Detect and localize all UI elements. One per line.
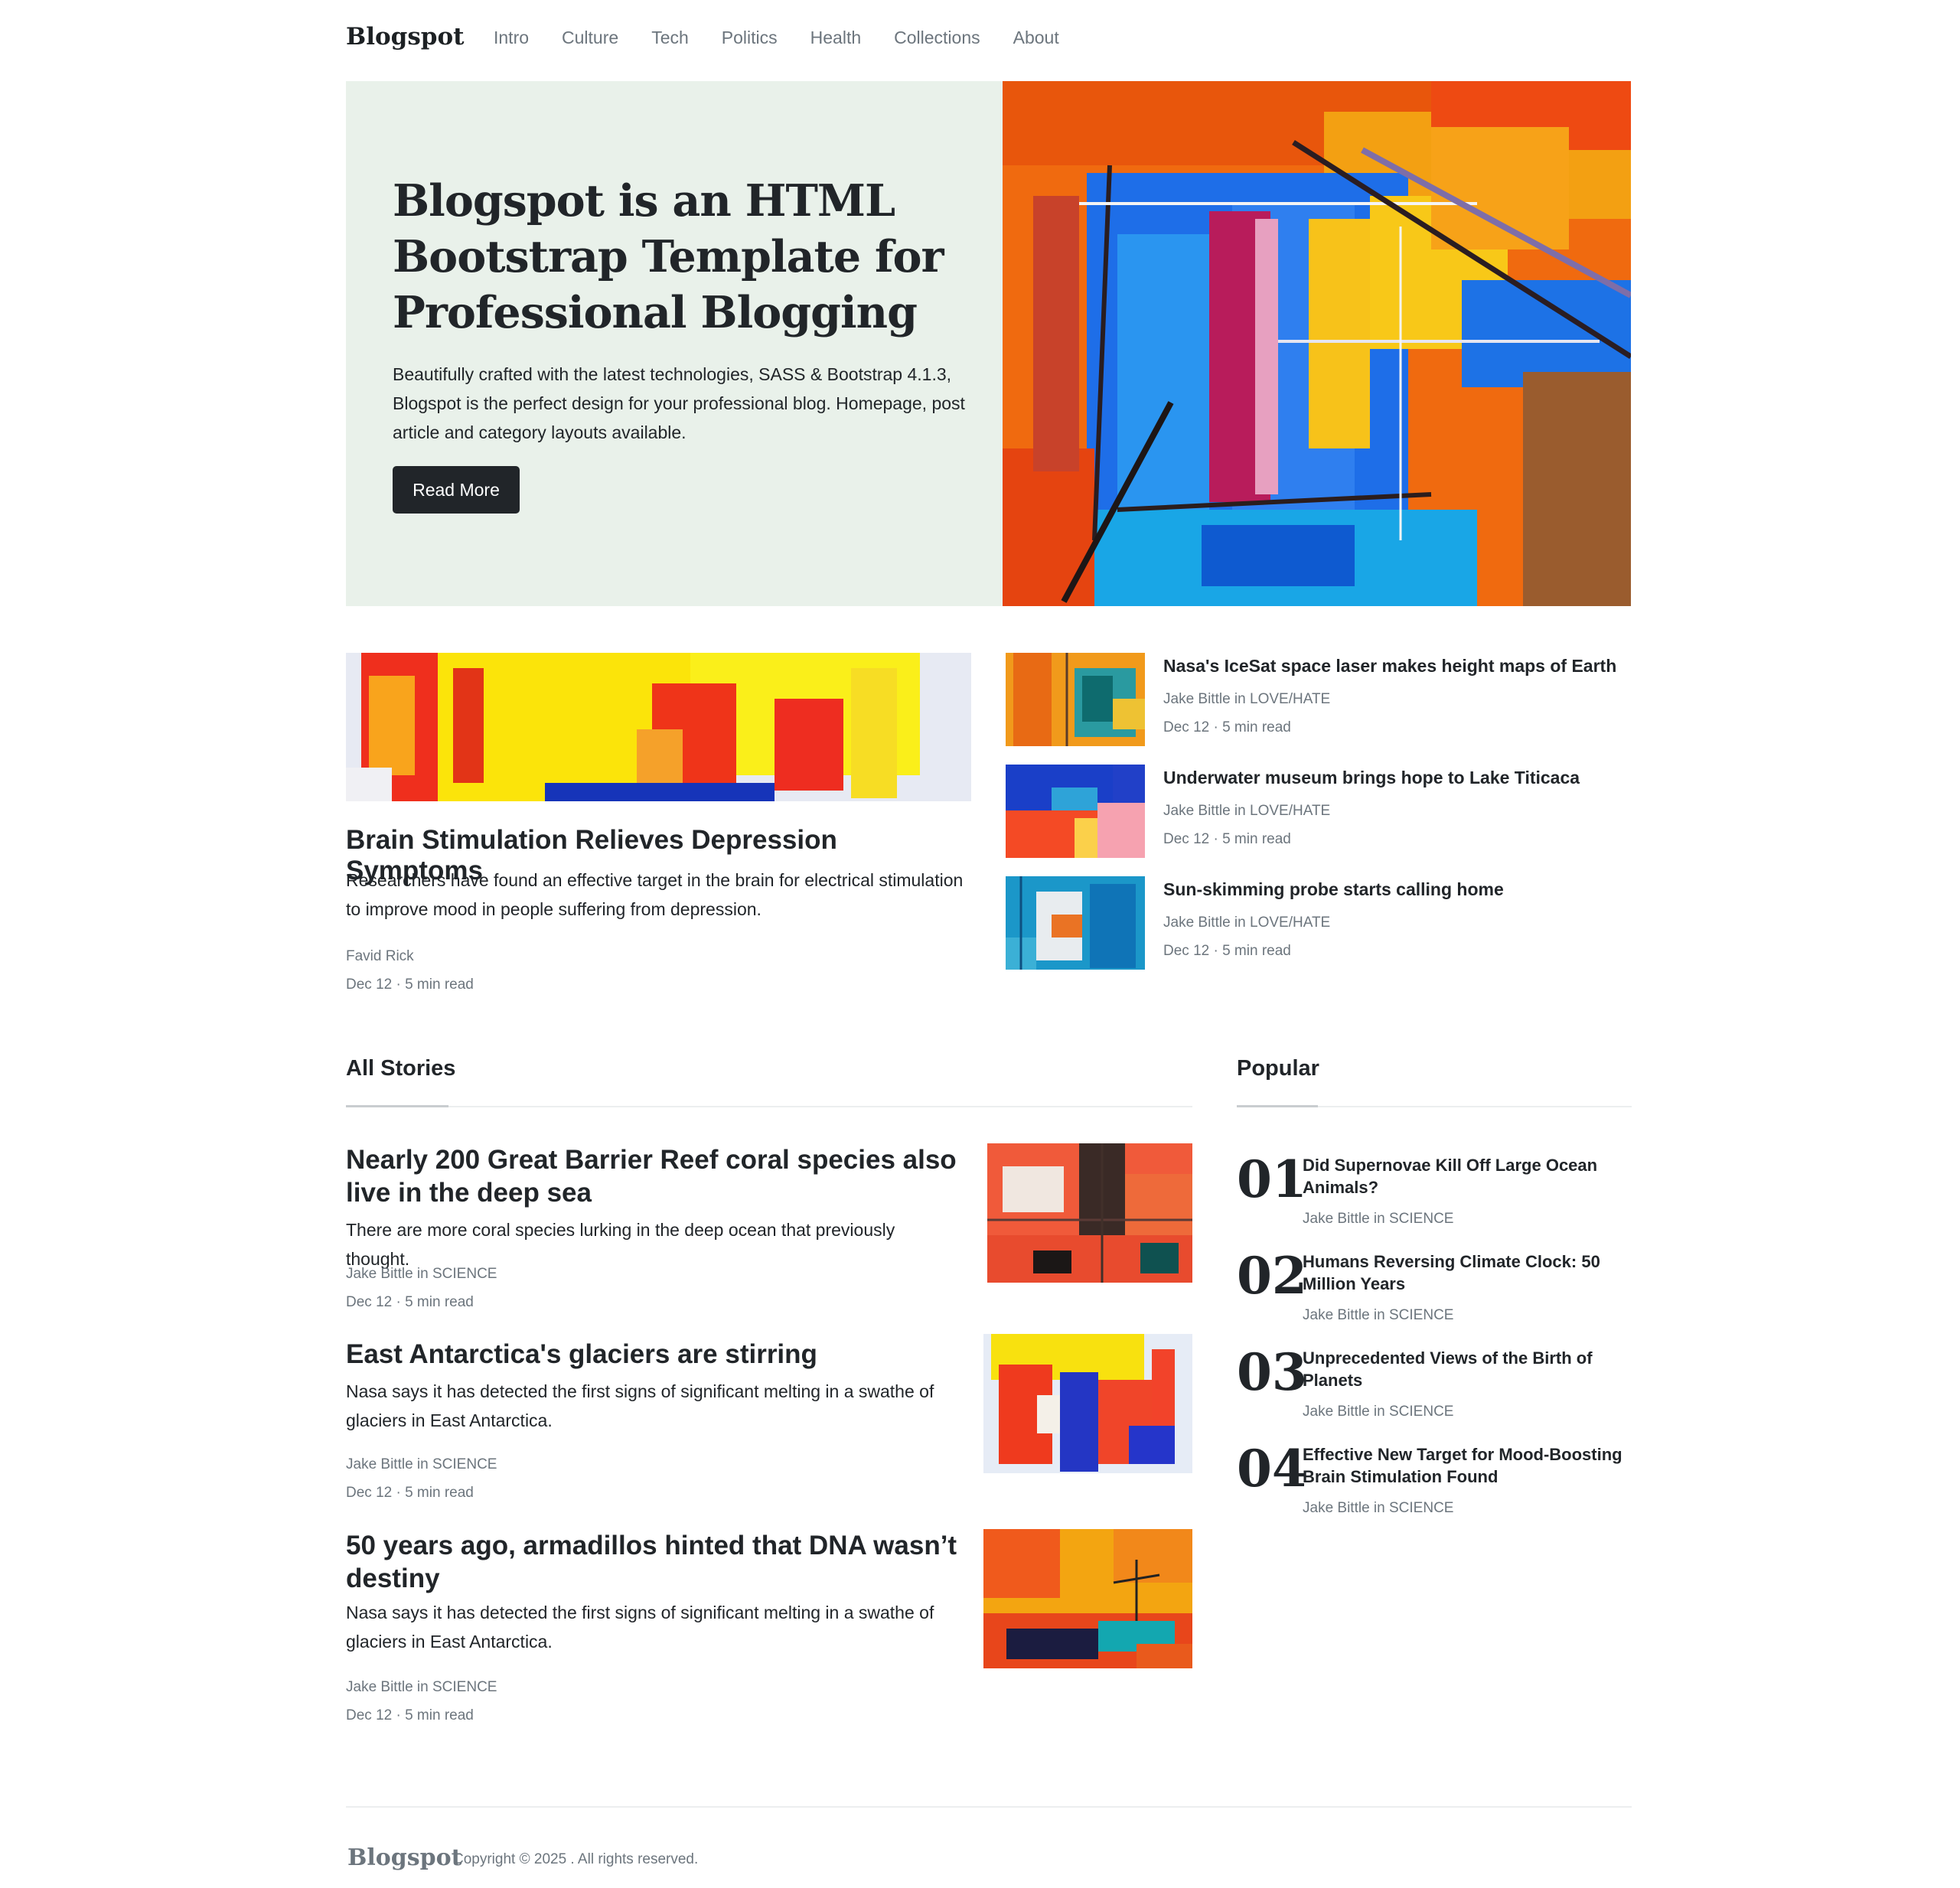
popular-author: Jake Bittle in SCIENCE [1303,1404,1454,1420]
side-post-date: Dec 12 · 5 min read [1163,831,1291,847]
story-item[interactable]: 50 years ago, armadillos hinted that DNA… [346,1529,1192,1743]
story-date: Dec 12 · 5 min read [346,1485,474,1501]
side-post-thumbnail[interactable] [1006,876,1145,970]
hero-title: Blogspot is an HTML Bootstrap Template f… [393,175,944,338]
story-thumbnail[interactable] [987,1143,1192,1283]
side-post[interactable]: Sun-skimming probe starts calling home J… [1006,876,1633,970]
story-title[interactable]: 50 years ago, armadillos hinted that DNA… [346,1529,973,1595]
popular-author: Jake Bittle in SCIENCE [1303,1211,1454,1227]
popular-author: Jake Bittle in SCIENCE [1303,1307,1454,1323]
popular-item[interactable]: 02 Humans Reversing Climate Clock: 50 Mi… [1237,1249,1635,1330]
popular-author: Jake Bittle in SCIENCE [1303,1500,1454,1516]
nav-links: Intro Culture Tech Politics Health Colle… [494,28,1092,48]
nav-link-health[interactable]: Health [810,28,861,48]
nav-link-culture[interactable]: Culture [562,28,618,48]
story-thumbnail[interactable] [983,1334,1192,1473]
popular-underline [1237,1105,1318,1107]
story-title[interactable]: Nearly 200 Great Barrier Reef coral spec… [346,1143,973,1209]
popular-item[interactable]: 03 Unprecedented Views of the Birth of P… [1237,1345,1635,1427]
side-post-date: Dec 12 · 5 min read [1163,943,1291,959]
nav-link-tech[interactable]: Tech [651,28,689,48]
featured-post-description: Researchers have found an effective targ… [346,870,964,919]
popular-rank: 03 [1237,1342,1307,1402]
story-description: There are more coral species lurking in … [346,1220,895,1269]
nav-link-about[interactable]: About [1013,28,1059,48]
featured-post-date: Dec 12 · 5 min read [346,977,474,993]
side-post-date: Dec 12 · 5 min read [1163,719,1291,735]
popular-rank: 01 [1237,1149,1307,1209]
featured-post-author: Favid Rick [346,948,414,964]
nav-link-intro[interactable]: Intro [494,28,529,48]
nav-link-politics[interactable]: Politics [722,28,778,48]
story-description: Nasa says it has detected the first sign… [346,1381,934,1430]
side-post-title[interactable]: Nasa's IceSat space laser makes height m… [1163,656,1616,677]
footer-brand-logo[interactable]: Blogspot [347,1844,461,1871]
footer-divider [346,1806,1632,1808]
hero-panel: Blogspot is an HTML Bootstrap Template f… [346,81,1003,606]
popular-rank: 02 [1237,1246,1307,1306]
popular-title[interactable]: Effective New Target for Mood-Boosting B… [1303,1443,1639,1488]
all-stories-divider [346,1106,1192,1107]
nav-link-collections[interactable]: Collections [894,28,980,48]
side-post-author: Jake Bittle in LOVE/HATE [1163,915,1331,931]
hero-image[interactable] [1003,81,1631,606]
all-stories-underline [346,1105,448,1107]
story-date: Dec 12 · 5 min read [346,1707,474,1723]
side-post[interactable]: Underwater museum brings hope to Lake Ti… [1006,765,1633,858]
story-thumbnail[interactable] [983,1529,1192,1668]
story-author: Jake Bittle in SCIENCE [346,1679,497,1695]
read-more-button[interactable]: Read More [393,466,520,514]
story-date: Dec 12 · 5 min read [346,1294,474,1310]
story-item[interactable]: East Antarctica's glaciers are stirring … [346,1334,1192,1514]
popular-title[interactable]: Unprecedented Views of the Birth of Plan… [1303,1347,1639,1391]
side-post-thumbnail[interactable] [1006,765,1145,858]
story-item[interactable]: Nearly 200 Great Barrier Reef coral spec… [346,1143,1192,1319]
popular-rank: 04 [1237,1439,1307,1498]
popular-item[interactable]: 01 Did Supernovae Kill Off Large Ocean A… [1237,1153,1635,1234]
story-author: Jake Bittle in SCIENCE [346,1266,497,1282]
side-post[interactable]: Nasa's IceSat space laser makes height m… [1006,653,1633,746]
all-stories-heading: All Stories [346,1056,456,1081]
brand-logo[interactable]: Blogspot [346,23,464,51]
story-author: Jake Bittle in SCIENCE [346,1456,497,1472]
top-navbar: Blogspot Intro Culture Tech Politics Hea… [346,0,1632,81]
popular-title[interactable]: Humans Reversing Climate Clock: 50 Milli… [1303,1251,1639,1295]
footer-copyright: Copyright © 2025 . All rights reserved. [453,1851,699,1867]
story-title[interactable]: East Antarctica's glaciers are stirring [346,1338,973,1371]
page: Blogspot Intro Culture Tech Politics Hea… [0,0,1960,1888]
featured-post-image[interactable] [346,653,971,801]
hero-description: Beautifully crafted with the latest tech… [393,364,965,442]
side-post-title[interactable]: Underwater museum brings hope to Lake Ti… [1163,768,1580,788]
side-post-title[interactable]: Sun-skimming probe starts calling home [1163,879,1504,900]
side-post-thumbnail[interactable] [1006,653,1145,746]
story-description: Nasa says it has detected the first sign… [346,1603,934,1652]
popular-heading: Popular [1237,1056,1319,1081]
side-post-author: Jake Bittle in LOVE/HATE [1163,803,1331,819]
popular-title[interactable]: Did Supernovae Kill Off Large Ocean Anim… [1303,1154,1639,1198]
popular-item[interactable]: 04 Effective New Target for Mood-Boostin… [1237,1442,1635,1523]
side-post-author: Jake Bittle in LOVE/HATE [1163,691,1331,707]
